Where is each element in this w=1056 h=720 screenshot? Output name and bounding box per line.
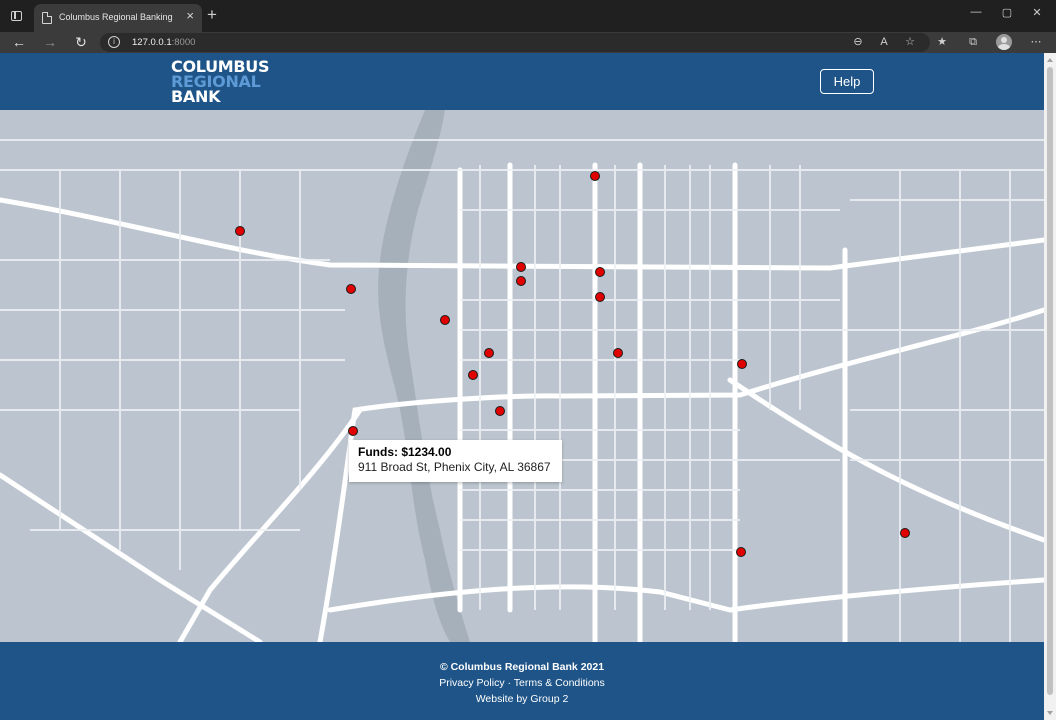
credit-text: Website by Group 2 bbox=[475, 693, 569, 705]
branch-marker[interactable] bbox=[516, 262, 526, 272]
url-field[interactable]: i 127.0.0.1:8000 bbox=[100, 33, 930, 52]
scroll-up-icon[interactable] bbox=[1047, 58, 1053, 62]
popup-funds: Funds: $1234.00 bbox=[358, 445, 452, 459]
forward-icon[interactable]: → bbox=[41, 33, 59, 51]
scroll-thumb[interactable] bbox=[1047, 67, 1053, 695]
branch-marker[interactable] bbox=[468, 370, 478, 380]
favorites-icon[interactable]: ★ bbox=[934, 34, 950, 50]
branch-marker[interactable] bbox=[590, 171, 600, 181]
footer-links: Privacy Policy · Terms & Conditions bbox=[0, 677, 1044, 689]
copyright-text: © Columbus Regional Bank 2021 bbox=[439, 661, 605, 673]
help-button[interactable]: Help bbox=[820, 69, 874, 94]
branch-marker[interactable] bbox=[595, 267, 605, 277]
collections-icon[interactable]: ⧉ bbox=[965, 34, 981, 50]
branch-marker[interactable] bbox=[900, 528, 910, 538]
back-icon[interactable]: ← bbox=[10, 33, 28, 51]
window-close-icon[interactable]: ✕ bbox=[1027, 6, 1047, 19]
url-text: 127.0.0.1:8000 bbox=[132, 37, 196, 48]
branch-marker[interactable] bbox=[235, 226, 245, 236]
bank-logo[interactable]: COLUMBUS REGIONAL BANK bbox=[171, 59, 270, 106]
branch-map[interactable]: Funds: $1234.00 911 Broad St, Phenix Cit… bbox=[0, 110, 1044, 642]
site-footer: © Columbus Regional Bank 2021 Privacy Po… bbox=[0, 642, 1044, 720]
profile-avatar[interactable] bbox=[996, 34, 1012, 50]
branch-marker[interactable] bbox=[737, 359, 747, 369]
address-bar-row: ← → ↻ i 127.0.0.1:8000 ⊖ A ☆ ★ ⧉ ⋯ bbox=[0, 32, 1056, 53]
popup-address: 911 Broad St, Phenix City, AL 36867 bbox=[358, 460, 551, 474]
browser-tab-strip: Columbus Regional Banking × + — ▢ ✕ bbox=[0, 0, 1056, 32]
map-base-layer bbox=[0, 110, 1044, 642]
branch-marker[interactable] bbox=[348, 426, 358, 436]
page-icon bbox=[42, 12, 52, 24]
branch-marker[interactable] bbox=[495, 406, 505, 416]
page-viewport: COLUMBUS REGIONAL BANK Help Funds: $1234… bbox=[0, 53, 1044, 720]
link-separator: · bbox=[504, 677, 514, 689]
zoom-icon[interactable]: ⊖ bbox=[850, 34, 866, 50]
site-info-icon[interactable]: i bbox=[108, 36, 120, 48]
add-favorite-icon[interactable]: ☆ bbox=[902, 34, 918, 50]
logo-line-3: BANK bbox=[171, 87, 221, 106]
branch-marker[interactable] bbox=[516, 276, 526, 286]
branch-marker[interactable] bbox=[346, 284, 356, 294]
more-menu-icon[interactable]: ⋯ bbox=[1028, 34, 1044, 50]
branch-marker[interactable] bbox=[484, 348, 494, 358]
terms-link[interactable]: Terms & Conditions bbox=[514, 677, 605, 689]
page-scrollbar[interactable] bbox=[1044, 53, 1056, 720]
close-tab-icon[interactable]: × bbox=[186, 9, 194, 23]
branch-marker[interactable] bbox=[440, 315, 450, 325]
tab-title: Columbus Regional Banking bbox=[59, 12, 173, 22]
browser-tab[interactable]: Columbus Regional Banking × bbox=[34, 4, 202, 32]
new-tab-icon[interactable]: + bbox=[204, 6, 220, 24]
read-aloud-icon[interactable]: A bbox=[876, 34, 892, 50]
privacy-policy-link[interactable]: Privacy Policy bbox=[439, 677, 504, 689]
branch-marker[interactable] bbox=[736, 547, 746, 557]
site-header: COLUMBUS REGIONAL BANK Help bbox=[0, 53, 1044, 110]
branch-marker[interactable] bbox=[595, 292, 605, 302]
branch-popup: Funds: $1234.00 911 Broad St, Phenix Cit… bbox=[349, 440, 562, 482]
reload-icon[interactable]: ↻ bbox=[72, 33, 90, 51]
branch-marker[interactable] bbox=[613, 348, 623, 358]
scroll-down-icon[interactable] bbox=[1047, 711, 1053, 715]
maximize-icon[interactable]: ▢ bbox=[997, 6, 1017, 19]
tab-actions-icon[interactable] bbox=[8, 8, 26, 24]
minimize-icon[interactable]: — bbox=[966, 6, 986, 18]
